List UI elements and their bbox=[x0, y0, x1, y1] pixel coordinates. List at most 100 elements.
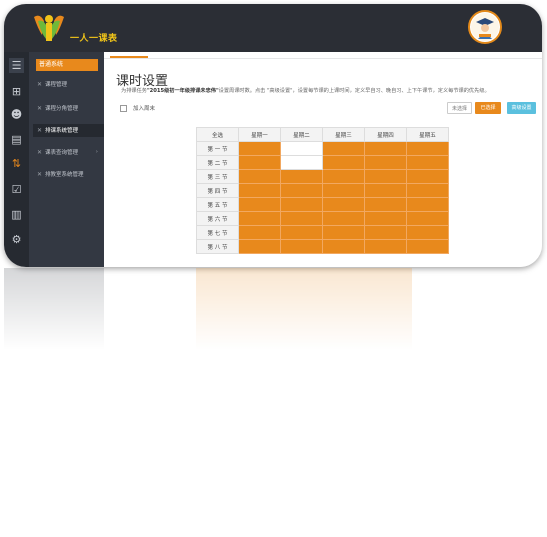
gears-icon[interactable]: ⚙ bbox=[9, 232, 24, 247]
logo-icon bbox=[34, 15, 64, 41]
schedule-cell[interactable] bbox=[364, 155, 407, 170]
schedule-cell[interactable] bbox=[322, 211, 365, 226]
wrench-icon: ✕ bbox=[37, 105, 43, 112]
period-row: 第 一 节 bbox=[196, 141, 449, 156]
schedule-cell[interactable] bbox=[238, 211, 281, 226]
select-all-cell[interactable]: 全选 bbox=[196, 127, 239, 142]
page-description: 为排课任务"2015级初一年级排课未忠伟"设置周课时数。点击 "高级设置"，设置… bbox=[121, 87, 490, 94]
schedule-cell[interactable] bbox=[364, 169, 407, 184]
description-prefix: 为排课任务 bbox=[121, 88, 147, 94]
schedule-cell[interactable] bbox=[322, 183, 365, 198]
schedule-cell[interactable] bbox=[280, 169, 323, 184]
description-suffix: 设置周课时数。点击 "高级设置"，设置每节课的上课时间，定义早自习、晚自习、上下… bbox=[218, 88, 490, 94]
schedule-cell[interactable] bbox=[406, 155, 449, 170]
schedule-cell[interactable] bbox=[280, 155, 323, 170]
schedule-cell[interactable] bbox=[238, 155, 281, 170]
schedule-cell[interactable] bbox=[238, 197, 281, 212]
schedule-cell[interactable] bbox=[406, 141, 449, 156]
schedule-cell[interactable] bbox=[406, 183, 449, 198]
schedule-cell[interactable] bbox=[406, 197, 449, 212]
users-icon[interactable]: ☻ bbox=[9, 107, 24, 122]
schedule-cell[interactable] bbox=[280, 141, 323, 156]
brand-name: 一人一课表 bbox=[70, 34, 118, 44]
day-header[interactable]: 星期四 bbox=[364, 127, 407, 142]
schedule-cell[interactable] bbox=[238, 225, 281, 240]
schedule-cell[interactable] bbox=[406, 169, 449, 184]
nav-menu: 普通系统 ✕ 课程管理 ✕ 课程分角管理 ✕ 排课系统管理 ✕ 课表查询管理 › ✕ 排教室… bbox=[29, 52, 104, 267]
weekend-checkbox-label: 加入周末 bbox=[133, 106, 156, 112]
weekend-checkbox[interactable]: 加入周末 bbox=[120, 104, 155, 112]
schedule-cell[interactable] bbox=[364, 239, 407, 254]
schedule-cell[interactable] bbox=[364, 197, 407, 212]
menu-item-label: 排课系统管理 bbox=[45, 128, 79, 134]
menu-item-course[interactable]: ✕ 课程管理 bbox=[33, 78, 104, 91]
schedule-cell[interactable] bbox=[322, 155, 365, 170]
period-row: 第 五 节 bbox=[196, 197, 449, 212]
schedule-cell[interactable] bbox=[364, 141, 407, 156]
schedule-cell[interactable] bbox=[364, 183, 407, 198]
period-row: 第 八 节 bbox=[196, 239, 449, 254]
day-header[interactable]: 星期二 bbox=[280, 127, 323, 142]
schedule-cell[interactable] bbox=[280, 225, 323, 240]
schedule-cell[interactable] bbox=[280, 211, 323, 226]
period-header[interactable]: 第 三 节 bbox=[196, 169, 239, 184]
sort-numeric-icon[interactable]: ⇅ bbox=[9, 156, 24, 171]
period-row: 第 三 节 bbox=[196, 169, 449, 184]
period-header[interactable]: 第 五 节 bbox=[196, 197, 239, 212]
day-header[interactable]: 星期三 bbox=[322, 127, 365, 142]
period-header[interactable]: 第 二 节 bbox=[196, 155, 239, 170]
schedule-cell[interactable] bbox=[280, 197, 323, 212]
checkbox-icon[interactable]: ☑ bbox=[9, 182, 24, 197]
schedule-cell[interactable] bbox=[406, 239, 449, 254]
schedule-cell[interactable] bbox=[322, 141, 365, 156]
selected-button[interactable]: 已选择 bbox=[475, 102, 501, 114]
advanced-settings-button[interactable]: 高级设置 bbox=[507, 102, 536, 114]
menu-item-label: 课程分角管理 bbox=[45, 106, 79, 112]
schedule-cell[interactable] bbox=[238, 169, 281, 184]
period-header[interactable]: 第 六 节 bbox=[196, 211, 239, 226]
wrench-icon: ✕ bbox=[37, 171, 43, 178]
reflection bbox=[4, 268, 542, 353]
graduate-icon bbox=[471, 13, 499, 41]
schedule-cell[interactable] bbox=[322, 225, 365, 240]
period-header[interactable]: 第 八 节 bbox=[196, 239, 239, 254]
clear-selection-button[interactable]: 未选择 bbox=[447, 102, 472, 114]
day-header[interactable]: 星期五 bbox=[406, 127, 449, 142]
menu-item-classroom[interactable]: ✕ 排教室系统管理 bbox=[33, 168, 104, 181]
sitemap-icon[interactable]: ⊞ bbox=[9, 84, 24, 99]
schedule-cell[interactable] bbox=[322, 169, 365, 184]
period-header[interactable]: 第 一 节 bbox=[196, 141, 239, 156]
schedule-cell[interactable] bbox=[238, 141, 281, 156]
schedule-cell[interactable] bbox=[238, 183, 281, 198]
wrench-icon: ✕ bbox=[37, 81, 43, 88]
schedule-grid: 全选 星期一 星期二 星期三 星期四 星期五 第 一 节第 二 节第 三 节第 … bbox=[196, 127, 449, 254]
system-label[interactable]: 普通系统 bbox=[36, 59, 98, 71]
menu-item-label: 排教室系统管理 bbox=[45, 172, 84, 178]
schedule-cell[interactable] bbox=[322, 197, 365, 212]
main-content: 课时设置 为排课任务"2015级初一年级排课未忠伟"设置周课时数。点击 "高级设… bbox=[104, 52, 542, 267]
grid-header-row: 全选 星期一 星期二 星期三 星期四 星期五 bbox=[196, 127, 449, 142]
menu-item-scheduling[interactable]: ✕ 排课系统管理 bbox=[33, 124, 104, 137]
schedule-cell[interactable] bbox=[364, 225, 407, 240]
menu-item-course-roles[interactable]: ✕ 课程分角管理 bbox=[33, 102, 104, 115]
period-row: 第 二 节 bbox=[196, 155, 449, 170]
period-header[interactable]: 第 七 节 bbox=[196, 225, 239, 240]
wrench-icon: ✕ bbox=[37, 127, 43, 134]
schedule-cell[interactable] bbox=[280, 183, 323, 198]
period-row: 第 四 节 bbox=[196, 183, 449, 198]
period-header[interactable]: 第 四 节 bbox=[196, 183, 239, 198]
schedule-cell[interactable] bbox=[322, 239, 365, 254]
book-icon[interactable]: ▤ bbox=[9, 132, 24, 147]
schedule-cell[interactable] bbox=[406, 225, 449, 240]
schedule-cell[interactable] bbox=[406, 211, 449, 226]
user-avatar[interactable] bbox=[468, 10, 502, 44]
menu-item-timetable-query[interactable]: ✕ 课表查询管理 › bbox=[33, 146, 104, 159]
schedule-cell[interactable] bbox=[280, 239, 323, 254]
description-task: "2015级初一年级排课未忠伟" bbox=[146, 88, 219, 94]
schedule-cell[interactable] bbox=[364, 211, 407, 226]
day-header[interactable]: 星期一 bbox=[238, 127, 281, 142]
schedule-cell[interactable] bbox=[238, 239, 281, 254]
list-icon[interactable]: ☰ bbox=[9, 58, 24, 73]
bar-chart-icon[interactable]: ▥ bbox=[9, 207, 24, 222]
checkbox-box[interactable] bbox=[120, 105, 127, 112]
